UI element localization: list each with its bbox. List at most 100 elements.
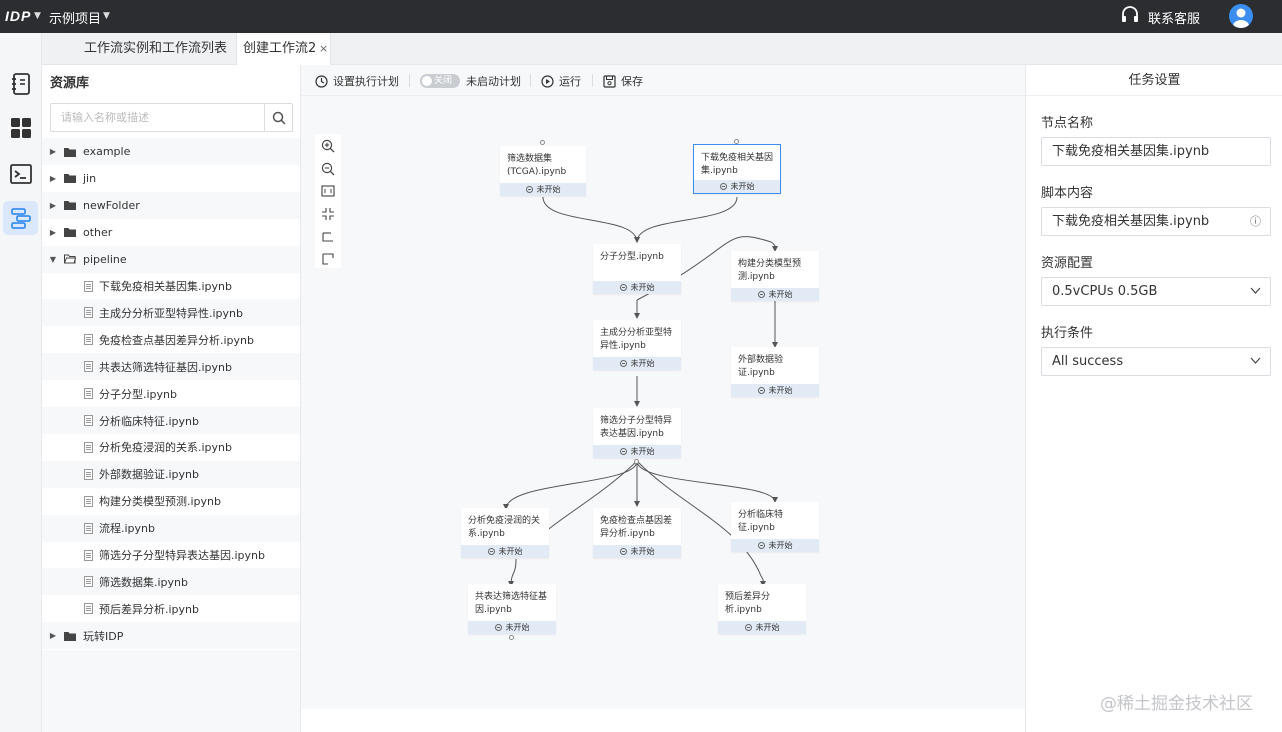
- node-status: 未开始: [731, 384, 819, 397]
- node-port[interactable]: [540, 140, 545, 145]
- tree-label: 构建分类模型预测.ipynb: [99, 495, 221, 509]
- node-label: 分子分型.ipynb: [600, 252, 664, 262]
- fit-view-icon[interactable]: [321, 184, 335, 198]
- run-button[interactable]: 运行: [541, 73, 581, 89]
- workflow-node[interactable]: 筛选分子分型特异表达基因.ipynb 未开始: [593, 408, 681, 464]
- status-minus-icon: [757, 542, 765, 549]
- search-input[interactable]: [51, 104, 265, 131]
- collapse-icon[interactable]: [321, 207, 335, 221]
- node-label: 分析免疫浸润的关系.ipynb: [468, 516, 541, 539]
- workflow-node[interactable]: 筛选数据集(TCGA).ipynb 未开始: [500, 140, 586, 196]
- node-port[interactable]: [634, 459, 639, 464]
- tab-workflow-list[interactable]: 工作流实例和工作流列表: [84, 33, 227, 65]
- tree-folder[interactable]: ▶ 玩转IDP: [42, 622, 300, 650]
- tree-file[interactable]: 流程.ipynb: [42, 514, 300, 542]
- tree-file[interactable]: 构建分类模型预测.ipynb: [42, 488, 300, 515]
- project-selector[interactable]: 示例项目: [49, 8, 101, 27]
- tree-folder[interactable]: ▶ jin: [42, 165, 300, 192]
- contact-support-link[interactable]: 联系客服: [1148, 8, 1200, 27]
- node-status: 未开始: [694, 180, 780, 193]
- file-icon: [84, 468, 93, 480]
- node-status: 未开始: [593, 357, 681, 370]
- tree-label: 主成分分析亚型特异性.ipynb: [99, 306, 243, 320]
- tab-create-workflow[interactable]: 创建工作流2 ×: [236, 33, 331, 65]
- caret-right-icon[interactable]: ▶: [46, 201, 60, 210]
- condition-select[interactable]: All success: [1041, 347, 1271, 376]
- notebook-icon: [11, 73, 30, 95]
- tree-file[interactable]: 主成分分析亚型特异性.ipynb: [42, 299, 300, 327]
- caret-right-icon[interactable]: ▶: [46, 147, 60, 156]
- tree-file[interactable]: 共表达筛选特征基因.ipynb: [42, 353, 300, 381]
- node-status: 未开始: [593, 445, 681, 458]
- search-button[interactable]: [264, 104, 292, 131]
- workflow-node[interactable]: 分析免疫浸润的关系.ipynb 未开始: [461, 508, 549, 558]
- zoom-in-icon[interactable]: [321, 139, 335, 153]
- zoom-out-icon[interactable]: [321, 162, 335, 176]
- script-field[interactable]: 下载免疫相关基因集.ipynb ⓘ: [1041, 207, 1271, 236]
- save-button[interactable]: 保存: [603, 73, 643, 89]
- plan-toggle[interactable]: 关闭: [420, 74, 460, 88]
- caret-down-icon[interactable]: ▼: [46, 255, 60, 264]
- tree-label: 分子分型.ipynb: [99, 387, 177, 401]
- tree-folder[interactable]: ▶ newFolder: [42, 191, 300, 219]
- tree-label: example: [83, 145, 131, 158]
- status-minus-icon: [619, 284, 627, 291]
- workflow-node-selected[interactable]: 下载免疫相关基因集.ipynb 未开始: [693, 139, 781, 194]
- tree-file[interactable]: 分子分型.ipynb: [42, 380, 300, 407]
- undo-icon[interactable]: [321, 230, 335, 244]
- workflow-node[interactable]: 免疫检查点基因差异分析.ipynb 未开始: [593, 508, 681, 558]
- file-icon: [84, 522, 93, 534]
- caret-right-icon[interactable]: ▶: [46, 631, 60, 640]
- tree-label: 玩转IDP: [83, 629, 124, 643]
- user-avatar[interactable]: [1229, 4, 1253, 28]
- workflow-node[interactable]: 外部数据验证.ipynb 未开始: [731, 347, 819, 397]
- nav-notebook-button[interactable]: [3, 67, 38, 101]
- tab-close-icon[interactable]: ×: [319, 33, 328, 65]
- tree-file[interactable]: 筛选数据集.ipynb: [42, 568, 300, 596]
- workflow-node[interactable]: 预后差异分析.ipynb 未开始: [718, 584, 806, 634]
- node-status: 未开始: [468, 621, 556, 634]
- node-port[interactable]: [509, 635, 514, 640]
- node-port[interactable]: [734, 139, 739, 144]
- task-settings-panel: 任务设置 节点名称 下载免疫相关基因集.ipynb 脚本内容 下载免疫相关基因集…: [1025, 65, 1282, 732]
- tree-file[interactable]: 外部数据验证.ipynb: [42, 460, 300, 488]
- file-icon: [84, 334, 93, 346]
- workflow-node[interactable]: 分析临床特征.ipynb 未开始: [731, 502, 819, 552]
- tree-file[interactable]: 预后差异分析.ipynb: [42, 595, 300, 622]
- clock-icon: [315, 74, 328, 88]
- edges-layer: [503, 196, 779, 587]
- headset-icon[interactable]: [1120, 5, 1140, 25]
- chevron-down-icon[interactable]: ▼: [34, 11, 41, 21]
- node-name-field[interactable]: 下载免疫相关基因集.ipynb: [1041, 137, 1271, 166]
- caret-right-icon[interactable]: ▶: [46, 228, 60, 237]
- workflow-node[interactable]: 分子分型.ipynb 未开始: [593, 244, 681, 294]
- tree-file[interactable]: 下载免疫相关基因集.ipynb: [42, 273, 300, 300]
- nav-terminal-button[interactable]: [3, 157, 38, 191]
- tree-file[interactable]: 免疫检查点基因差异分析.ipynb: [42, 326, 300, 353]
- workflow-node[interactable]: 共表达筛选特征基因.ipynb 未开始: [468, 584, 556, 640]
- canvas-toolbar: 设置执行计划 关闭 未启动计划 运行 保存: [301, 65, 1025, 96]
- tree-folder[interactable]: ▶ other: [42, 219, 300, 246]
- workflow-node[interactable]: 主成分分析亚型特异性.ipynb 未开始: [593, 320, 681, 370]
- tree-file[interactable]: 筛选分子分型特异表达基因.ipynb: [42, 542, 300, 569]
- tree-file[interactable]: 分析免疫浸润的关系.ipynb: [42, 434, 300, 461]
- watermark: @稀土掘金技术社区: [1100, 694, 1253, 714]
- tree-folder[interactable]: ▼ pipeline: [42, 245, 300, 273]
- workflow-canvas[interactable]: 筛选数据集(TCGA).ipynb 未开始 下载免疫相关基因集.ipynb 未开…: [301, 96, 1025, 709]
- nav-workflow-button[interactable]: [3, 201, 38, 235]
- run-label: 运行: [559, 75, 581, 88]
- schedule-button[interactable]: 设置执行计划: [315, 73, 399, 89]
- folder-icon: [64, 147, 76, 157]
- resource-select[interactable]: 0.5vCPUs 0.5GB: [1041, 277, 1271, 306]
- chevron-down-icon[interactable]: ▼: [103, 11, 110, 21]
- folder-open-icon: [64, 254, 76, 264]
- workflow-node[interactable]: 构建分类模型预测.ipynb 未开始: [731, 251, 819, 301]
- tree-folder[interactable]: ▶ example: [42, 138, 300, 165]
- caret-right-icon[interactable]: ▶: [46, 174, 60, 183]
- play-icon: [541, 74, 554, 88]
- redo-icon[interactable]: [321, 252, 335, 266]
- info-icon[interactable]: ⓘ: [1250, 208, 1261, 235]
- tree-file[interactable]: 分析临床特征.ipynb: [42, 407, 300, 434]
- edge: [542, 196, 640, 243]
- nav-apps-button[interactable]: [3, 111, 38, 145]
